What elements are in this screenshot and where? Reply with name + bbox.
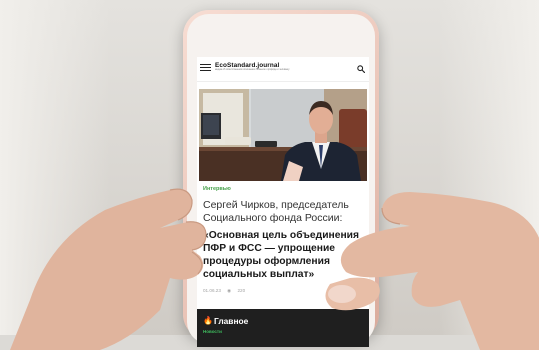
site-header: EcoStandard.journal медиа об ответственн… [197,57,369,82]
site-tagline: медиа об ответственном отношении бизнеса… [215,68,290,71]
right-hand [325,192,539,350]
left-hand [10,188,207,350]
search-icon[interactable] [357,65,365,73]
menu-icon[interactable] [200,64,211,72]
